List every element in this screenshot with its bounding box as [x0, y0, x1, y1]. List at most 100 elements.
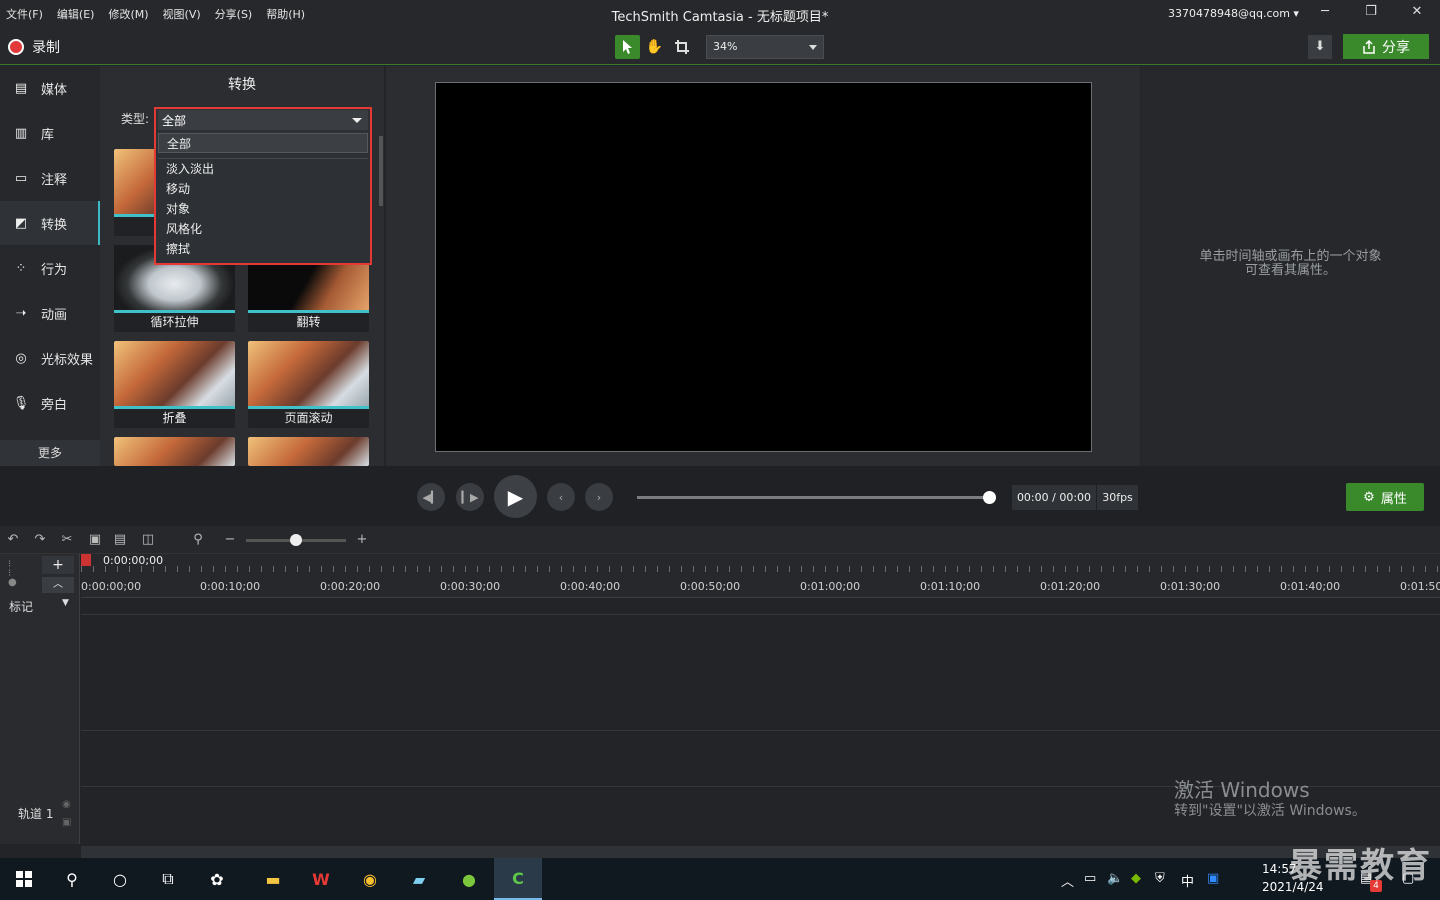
restore-button[interactable]: ❐	[1359, 4, 1383, 24]
play-icon: ▶	[507, 484, 524, 509]
paste-icon[interactable]: ▤	[111, 532, 129, 548]
track-header: ⁝ ⁝ ● + ︿ 标记 ▼ 轨道 1 ◉ ▣	[0, 554, 80, 844]
chevron-right-icon: ›	[596, 490, 602, 504]
eye-icon[interactable]: ◉	[62, 799, 71, 810]
track-label: 轨道 1	[18, 807, 54, 821]
next-button[interactable]: ›	[585, 483, 613, 511]
minimize-button[interactable]: ─	[1313, 4, 1337, 24]
transition-thumb[interactable]	[248, 437, 369, 466]
type-option-stylize[interactable]: 风格化	[158, 219, 368, 239]
play-button[interactable]: ▶	[494, 475, 537, 518]
security-icon[interactable]: ⛨	[1155, 871, 1165, 886]
pan-tool-button[interactable]: ✋	[642, 35, 667, 59]
type-option-object[interactable]: 对象	[158, 199, 368, 219]
sidebar-item-annotations[interactable]: ▭ 注释	[0, 156, 100, 200]
task-view-button[interactable]: ⧉	[144, 858, 192, 900]
step-back-button[interactable]: ◀▎	[417, 483, 445, 511]
account-menu[interactable]: 3370478948@qq.com ▾	[1168, 7, 1299, 20]
taskbar-notepad[interactable]: ▰	[395, 858, 443, 900]
taskbar-camtasia[interactable]: C	[494, 858, 542, 900]
taskbar-wps[interactable]: W	[297, 858, 345, 900]
sidebar-item-transitions[interactable]: ◩ 转换	[0, 201, 100, 245]
search-button[interactable]: ⚲	[48, 858, 96, 900]
sidebar-item-library[interactable]: ▥ 库	[0, 111, 100, 155]
start-button[interactable]	[0, 858, 48, 900]
pointer-icon	[622, 40, 632, 54]
scrub-bar[interactable]	[637, 496, 989, 499]
type-options: 全部 淡入淡出 移动 对象 风格化 擦拭	[158, 133, 368, 259]
qq-icon[interactable]: ▣	[1207, 871, 1219, 886]
transition-thumb-page-scroll[interactable]: 页面滚动	[248, 341, 369, 428]
more-button[interactable]: 更多	[0, 440, 100, 466]
transition-thumb-fold[interactable]: 折叠	[114, 341, 235, 428]
sidebar-item-media[interactable]: ▤ 媒体	[0, 66, 100, 110]
crop-icon	[674, 40, 689, 54]
taskbar-app-green[interactable]: ●	[445, 858, 493, 900]
sidebar-item-animations[interactable]: ➝ 动画	[0, 291, 100, 335]
close-button[interactable]: ✕	[1405, 4, 1429, 24]
chevron-up-icon[interactable]: ︿	[1061, 871, 1074, 890]
playhead[interactable]	[81, 554, 91, 566]
crop-tool-button[interactable]	[669, 35, 694, 59]
lock-icon[interactable]: ▣	[62, 817, 71, 828]
taskbar-app[interactable]: ✿	[193, 858, 241, 900]
redo-icon[interactable]: ↷	[31, 532, 49, 548]
taskbar-explorer[interactable]: ▬	[249, 858, 297, 900]
drag-handle-icon[interactable]: ⁝ ⁝ ●	[8, 560, 18, 590]
type-select[interactable]: 全部	[158, 110, 368, 130]
ruler-tick-label: 0:01:00;00	[800, 580, 861, 593]
zoom-select[interactable]: 34%	[706, 35, 824, 59]
sidebar-item-label: 库	[41, 127, 55, 143]
select-tool-button[interactable]	[615, 35, 640, 59]
canvas[interactable]	[435, 82, 1092, 452]
ruler-tick-label: 0:01:30;00	[1160, 580, 1221, 593]
cut-icon[interactable]: ✂	[58, 532, 76, 548]
chrome-icon: ◉	[363, 869, 377, 889]
split-icon[interactable]: ◫	[139, 532, 157, 548]
properties-hint-line: 可查看其属性。	[1244, 263, 1336, 278]
type-option-fade[interactable]: 淡入淡出	[158, 159, 368, 179]
properties-button[interactable]: ⚙ 属性	[1346, 483, 1424, 511]
transition-thumb[interactable]	[114, 437, 235, 466]
type-option-all[interactable]: 全部	[158, 133, 368, 153]
type-label: 类型:	[121, 112, 150, 126]
share-label: 分享	[1382, 39, 1410, 56]
transition-preview	[248, 341, 369, 406]
zoom-out-icon[interactable]: −	[221, 532, 239, 548]
search-icon[interactable]: ⚲	[189, 532, 207, 548]
share-button[interactable]: 分享	[1343, 34, 1429, 59]
cortana-button[interactable]: ○	[96, 858, 144, 900]
ime-indicator[interactable]: 中	[1181, 871, 1194, 890]
sidebar-item-cursor-effects[interactable]: ◎ 光标效果	[0, 336, 100, 380]
record-label: 录制	[32, 40, 60, 56]
scrub-handle[interactable]	[983, 491, 996, 504]
sidebar-item-voice-narration[interactable]: 🎙 旁白	[0, 381, 100, 425]
type-dropdown[interactable]: 全部 全部 淡入淡出 移动 对象 风格化 擦拭	[154, 107, 372, 265]
sidebar-item-behaviors[interactable]: ⁘ 行为	[0, 246, 100, 290]
previous-button[interactable]: ‹	[547, 483, 575, 511]
marker-toggle[interactable]: 标记 ▼	[0, 598, 80, 614]
download-button[interactable]: ⬇	[1308, 35, 1332, 59]
add-track-button[interactable]: +	[42, 556, 74, 574]
type-option-move[interactable]: 移动	[158, 179, 368, 199]
copy-icon[interactable]: ▣	[86, 532, 104, 548]
timeline-scrollbar[interactable]	[81, 846, 1440, 858]
undo-icon[interactable]: ↶	[4, 532, 22, 548]
taskbar-chrome[interactable]: ◉	[346, 858, 394, 900]
transition-preview	[114, 341, 235, 406]
network-icon[interactable]: ▭	[1084, 871, 1096, 886]
collapse-button[interactable]: ︿	[42, 577, 74, 593]
record-button[interactable]: 录制	[8, 37, 60, 57]
nvidia-icon[interactable]: ◆	[1131, 871, 1141, 886]
sidebar-item-label: 光标效果	[41, 352, 94, 368]
zoom-in-icon[interactable]: +	[353, 532, 371, 548]
properties-hint-line: 单击时间轴或画布上的一个对象	[1199, 249, 1382, 264]
marker-label: 标记	[9, 600, 34, 614]
step-forward-button[interactable]: ▎▶	[456, 483, 484, 511]
type-option-wipe[interactable]: 擦拭	[158, 239, 368, 259]
timeline-zoom-handle[interactable]	[290, 534, 302, 546]
timeline-ruler[interactable]: 0:00:00;00 0:00:00;00 0:00:10;00 0:00:20…	[81, 554, 1440, 598]
panel-scrollbar[interactable]	[379, 136, 383, 206]
chevron-down-icon	[809, 45, 817, 50]
volume-icon[interactable]: 🔈	[1107, 871, 1123, 886]
